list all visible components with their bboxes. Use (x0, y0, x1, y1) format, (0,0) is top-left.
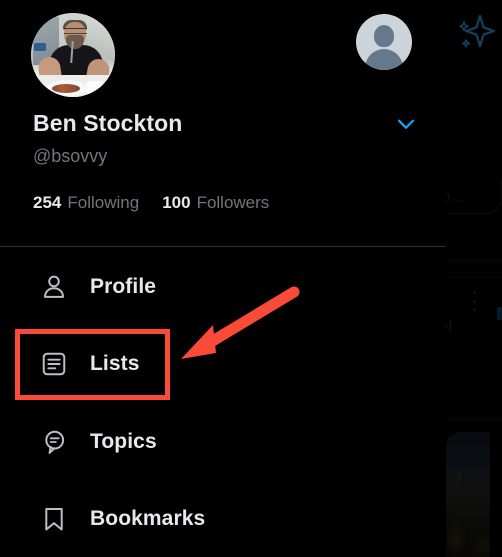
drawer-divider (0, 246, 446, 247)
person-icon (36, 269, 72, 305)
account-stats: 254 Following 100 Followers (33, 193, 269, 213)
bookmark-icon (36, 501, 72, 537)
default-account-avatar[interactable] (356, 14, 412, 70)
account-handle: @bsovvy (33, 146, 108, 166)
sidebar-item-label: Topics (90, 430, 157, 453)
avatar-head-shape (374, 25, 394, 47)
sidebar-item-label: Profile (90, 275, 157, 298)
topics-icon (36, 424, 72, 460)
followers-label: Followers (196, 193, 270, 212)
sidebar-item-topics[interactable]: Topics (0, 414, 446, 470)
followers-count: 100 (162, 193, 191, 212)
chevron-down-icon[interactable] (392, 110, 420, 138)
background-blue-accent (497, 307, 502, 320)
background-photo-edge (490, 432, 502, 557)
avatar[interactable] (31, 13, 115, 97)
following-label: Following (67, 193, 140, 212)
stat-followers[interactable]: 100 Followers (162, 193, 269, 213)
stat-following[interactable]: 254 Following (33, 193, 139, 213)
avatar-body-shape (365, 49, 403, 70)
user-profile-photo (31, 13, 115, 97)
sidebar-item-profile[interactable]: Profile (0, 259, 446, 315)
background-divider-b (446, 277, 502, 278)
following-count: 254 (33, 193, 62, 212)
sidebar-item-lists[interactable]: Lists (0, 336, 446, 392)
background-divider-c (448, 419, 502, 420)
more-options-icon[interactable] (472, 291, 476, 311)
sidebar-item-label: Lists (90, 352, 140, 375)
app-screen: p… of (0, 0, 502, 557)
lists-icon (36, 346, 72, 382)
timeline-photo-thumbnail[interactable] (446, 432, 490, 557)
account-display-name: Ben Stockton (33, 110, 183, 136)
account-drawer: Ben Stockton @bsovvy 254 Following 100 F… (0, 0, 446, 557)
sidebar-item-bookmarks[interactable]: Bookmarks (0, 491, 446, 547)
sidebar-item-label: Bookmarks (90, 507, 206, 530)
sparkle-icon[interactable] (458, 12, 498, 56)
